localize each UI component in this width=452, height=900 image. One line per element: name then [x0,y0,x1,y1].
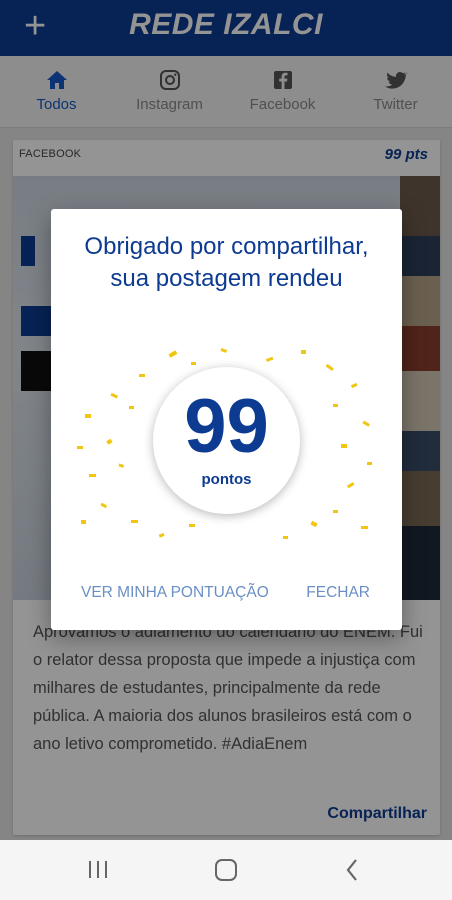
system-nav-bar [0,840,452,900]
back-icon[interactable] [322,840,382,900]
view-score-button[interactable]: VER MINHA PONTUAÇÃO [81,584,269,602]
points-unit: pontos [201,471,252,488]
dialog-message: Obrigado por compartilhar, sua postagem … [84,233,369,292]
recent-apps-icon[interactable] [68,840,128,900]
share-reward-dialog: Obrigado por compartilhar, sua postagem … [51,209,402,630]
points-value: 99 [184,384,269,469]
close-button[interactable]: FECHAR [306,584,370,602]
home-nav-icon[interactable] [196,840,256,900]
points-badge: 99 pontos [153,367,300,514]
